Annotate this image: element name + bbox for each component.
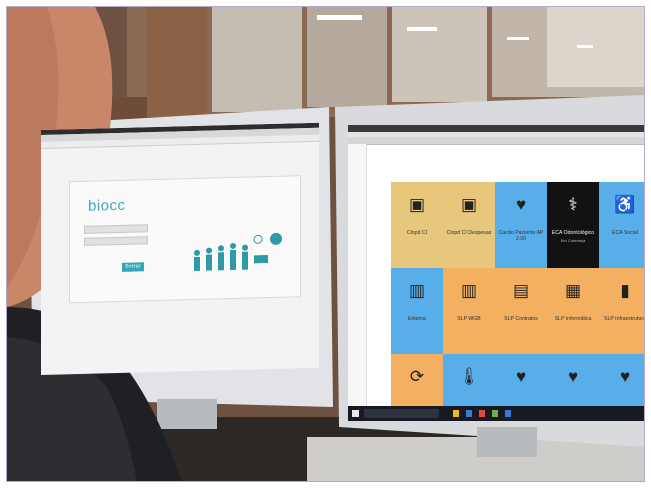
- biocc-logo: biocc: [88, 196, 126, 215]
- id-card-icon: ▣: [460, 195, 478, 214]
- refresh-icon: ⟳: [409, 367, 425, 386]
- clipboard-icon: ▤: [512, 281, 530, 300]
- photo-frame: biocc Entrar ▣ Clopd CI ▣ Clopd CI Despe…: [6, 6, 645, 482]
- accessibility-icon: ♿: [614, 195, 636, 214]
- app-tile[interactable]: ♿ ECA Social: [599, 182, 644, 268]
- building-icon: ▮: [620, 281, 630, 300]
- app-tile-label: Clopd CI Despesas: [446, 230, 492, 236]
- app-tile[interactable]: ⚕ ECA Odontológico Em Cobrança: [547, 182, 599, 268]
- taskbar-app-icon[interactable]: [505, 410, 511, 417]
- app-tile-label: SLP WGB: [457, 316, 481, 322]
- heart-pulse-icon: ♥: [619, 367, 631, 386]
- app-tile-label: SLP Informática: [554, 316, 592, 322]
- browser-tabs[interactable]: [348, 137, 644, 145]
- app-tile-label: Externa: [408, 316, 426, 322]
- taskbar-app-icon[interactable]: [453, 410, 459, 417]
- taskbar-app-icon[interactable]: [466, 410, 472, 417]
- doctor-icon: ⚕: [568, 195, 578, 214]
- heart-pulse-icon: ♥: [515, 367, 527, 386]
- windows-taskbar: [348, 406, 644, 421]
- chip-icon: ▦: [564, 281, 582, 300]
- right-monitor-screen: ▣ Clopd CI ▣ Clopd CI Despesas ♥ Cardio Pacie…: [348, 125, 645, 421]
- taskbar-app-icon[interactable]: [492, 410, 498, 417]
- app-tile-label: Cardio Paciente AP 2.00: [498, 230, 544, 242]
- evolution-illustration: [194, 232, 282, 271]
- bar-chart-icon: ▥: [460, 281, 478, 300]
- app-tile[interactable]: ▣ Clopd CI Despesas: [443, 182, 495, 268]
- heart-pulse-icon: ♥: [515, 195, 527, 214]
- login-button[interactable]: Entrar: [122, 262, 144, 272]
- app-tile-label: ECA Social: [612, 230, 638, 236]
- thermometer-icon: 🌡: [458, 367, 480, 386]
- app-tile-label: ECA Odontológico: [551, 230, 595, 236]
- app-tile[interactable]: ▥ Externa: [391, 268, 443, 354]
- app-tile-sublabel: Em Cobrança: [560, 238, 586, 243]
- app-tile-grid: ▣ Clopd CI ▣ Clopd CI Despesas ♥ Cardio Pacie…: [391, 182, 645, 421]
- app-tile[interactable]: ▣ Clopd CI: [391, 182, 443, 268]
- app-tile[interactable]: ▮ SLP Infraestrutura: [599, 268, 645, 354]
- username-input[interactable]: [84, 224, 148, 234]
- app-tile-label: SLP Infraestrutura: [603, 316, 645, 322]
- bar-chart-icon: ▥: [408, 281, 426, 300]
- taskbar-search[interactable]: [364, 409, 439, 418]
- id-card-icon: ▣: [408, 195, 426, 214]
- window-titlebar: [348, 125, 644, 132]
- start-button[interactable]: [352, 410, 359, 417]
- app-tile-label: SLP Contratos: [504, 316, 538, 322]
- side-toolbar[interactable]: [348, 144, 367, 406]
- app-tile[interactable]: ♥ Cardio Paciente AP 2.00: [495, 182, 547, 268]
- login-card: biocc Entrar: [69, 175, 301, 304]
- taskbar-app-icon[interactable]: [479, 410, 485, 417]
- password-input[interactable]: [84, 236, 148, 246]
- left-monitor-screen: biocc Entrar: [41, 122, 319, 376]
- app-tile[interactable]: ▥ SLP WGB: [443, 268, 495, 354]
- app-tile[interactable]: ▦ SLP Informática: [547, 268, 599, 354]
- app-tile[interactable]: ▤ SLP Contratos: [495, 268, 547, 354]
- heart-pulse-icon: ♥: [567, 367, 579, 386]
- app-tile-label: Clopd CI: [406, 230, 428, 236]
